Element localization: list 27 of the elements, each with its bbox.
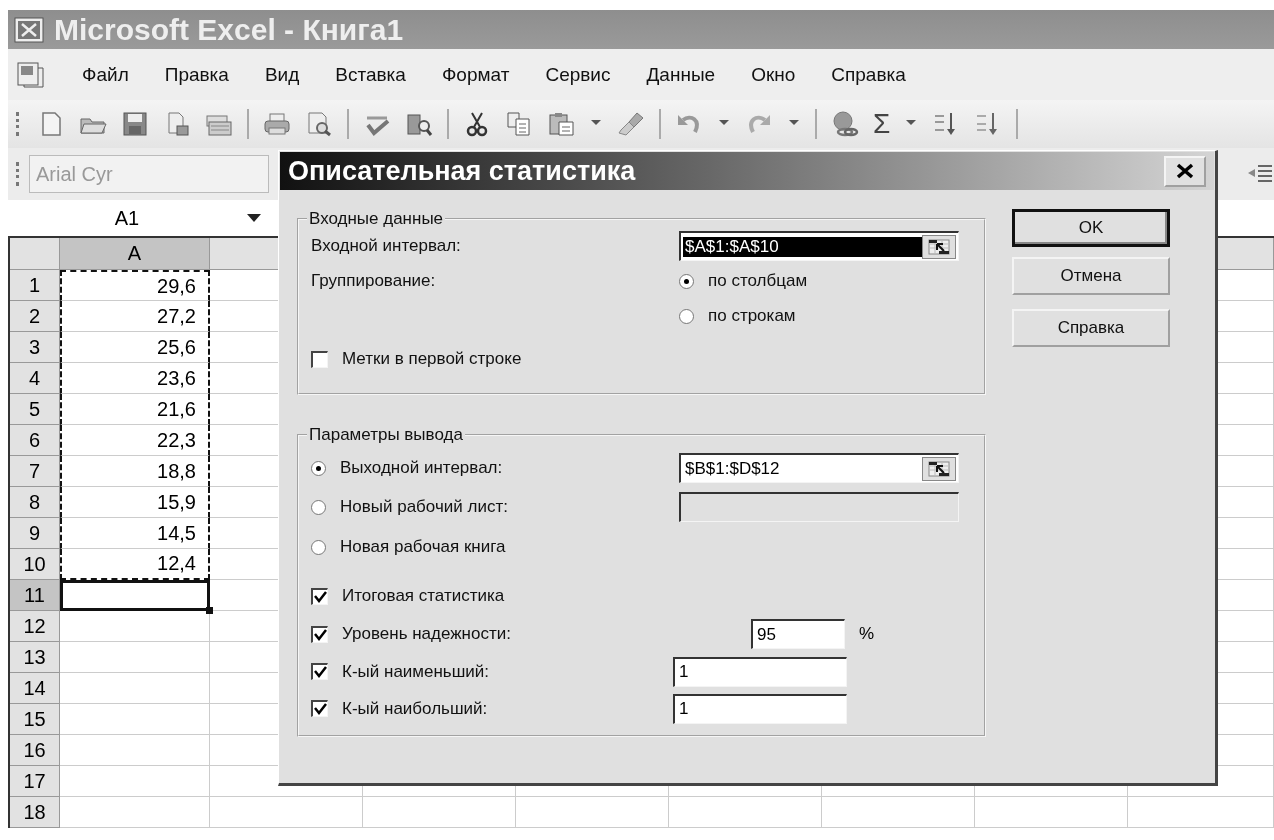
option-label: Новая рабочая книга bbox=[340, 537, 506, 557]
group-label: Входные данные bbox=[308, 209, 445, 229]
table-cell: 27,2 bbox=[60, 301, 210, 332]
option-label: Новый рабочий лист: bbox=[340, 497, 508, 517]
group-label: Параметры вывода bbox=[308, 425, 464, 445]
unit-label: % bbox=[859, 624, 875, 644]
window-title: Microsoft Excel - Книга1 bbox=[54, 12, 404, 47]
table-cell: 12,4 bbox=[60, 549, 210, 580]
field-label: Группирование: bbox=[311, 271, 436, 291]
checkbox-label: К-ый наибольший: bbox=[342, 698, 488, 719]
option-label: по столбцам bbox=[708, 271, 808, 291]
checkbox-label: Метки в первой строке bbox=[342, 349, 522, 369]
table-cell: 29,6 bbox=[60, 270, 210, 301]
table-cell: 18,8 bbox=[60, 456, 210, 487]
dialog-title: Описательная статистика bbox=[288, 155, 636, 187]
option-label: по строкам bbox=[708, 306, 796, 326]
table-cell: 21,6 bbox=[60, 394, 210, 425]
checkbox-label: Итоговая статистика bbox=[342, 586, 505, 606]
table-cell: 23,6 bbox=[60, 363, 210, 394]
table-cell: 22,3 bbox=[60, 425, 210, 456]
field-label: Входной интервал: bbox=[311, 236, 461, 256]
checkbox-label: К-ый наименьший: bbox=[342, 661, 490, 682]
option-label: Выходной интервал: bbox=[340, 458, 503, 478]
checkbox-label: Уровень надежности: bbox=[342, 624, 511, 644]
table-cell: 14,5 bbox=[60, 518, 210, 549]
table-cell: 25,6 bbox=[60, 332, 210, 363]
table-cell: 15,9 bbox=[60, 487, 210, 518]
